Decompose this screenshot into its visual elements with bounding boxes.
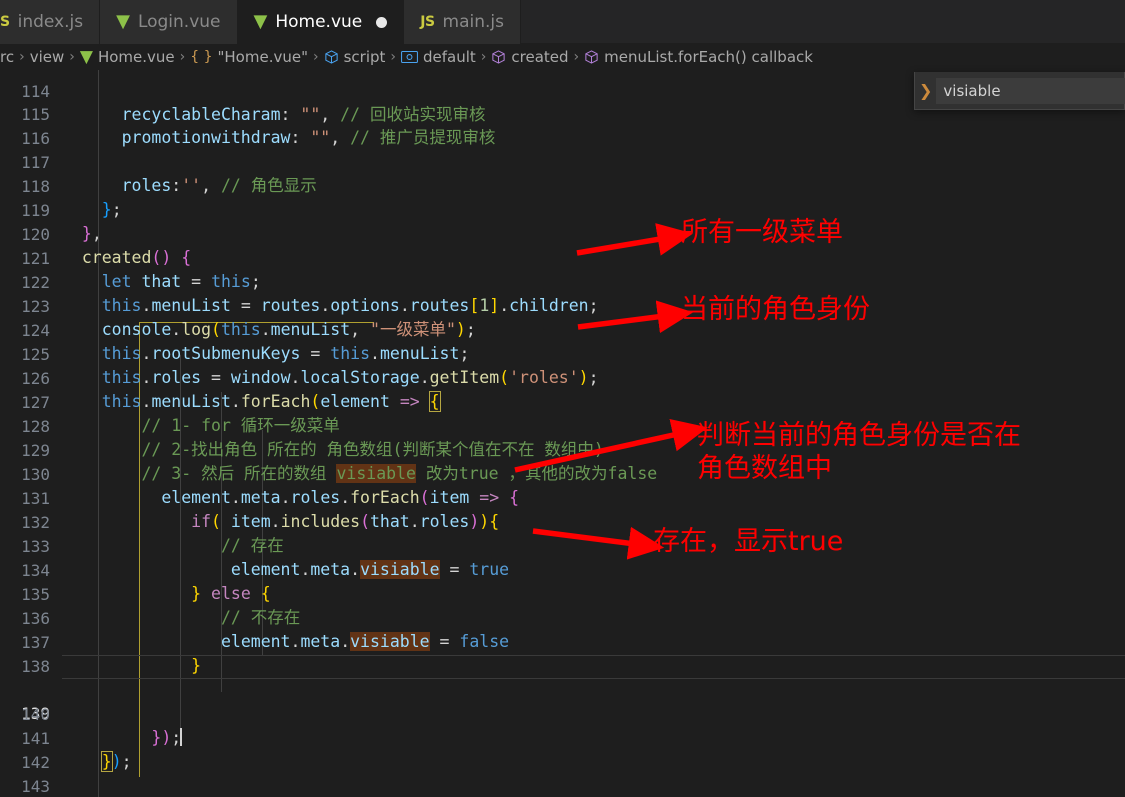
editor-tab-bar: S index.js ▼ Login.vue ▼ Home.vue JS mai…: [0, 0, 1125, 44]
code-line: 135 // 不存在: [0, 559, 1125, 628]
find-widget[interactable]: ❯: [914, 72, 1125, 110]
code-line: 144 mounted() {: [0, 775, 1125, 797]
code-line: 125 this.roles = window.localStorage.get…: [0, 319, 1125, 388]
breadcrumb-label: default: [423, 48, 476, 66]
code-line: 136 element.meta.visiable = false: [0, 583, 1125, 652]
annotation-current-role: 当前的角色身份: [681, 294, 870, 325]
brace-icon: { }: [190, 49, 213, 65]
tab-home-vue[interactable]: ▼ Home.vue: [237, 0, 405, 44]
breadcrumb: rc › view › ▼ Home.vue › { } "Home.vue" …: [0, 44, 1125, 70]
code-line: 141 });: [0, 703, 1125, 773]
tab-login-vue[interactable]: ▼ Login.vue: [100, 0, 238, 44]
tab-label: Login.vue: [137, 12, 221, 32]
breadcrumb-separator-icon: ›: [69, 49, 75, 65]
js-icon: JS: [420, 14, 435, 30]
breadcrumb-label: script: [343, 48, 386, 66]
breadcrumb-separator-icon: ›: [390, 49, 397, 65]
breadcrumb-separator-icon: ›: [19, 49, 25, 65]
code-line: 123 console.log(this.menuList, "一级菜单");: [0, 271, 1125, 340]
annotation-exists-show-true: 存在，显示true: [653, 526, 844, 557]
code-line: 124 this.rootSubmenuKeys = this.menuList…: [0, 295, 1125, 364]
current-line-highlight: [62, 655, 1125, 679]
breadcrumb-item-created[interactable]: created: [491, 48, 569, 66]
vue-icon: ▼: [79, 46, 93, 67]
breadcrumb-item-view[interactable]: view: [30, 48, 65, 66]
code-line: 132 // 存在: [0, 487, 1125, 556]
vue-icon: ▼: [116, 11, 130, 32]
annotation-all-top-menus: 所有一级菜单: [681, 217, 843, 248]
code-line: 143 },: [0, 751, 1125, 796]
breadcrumb-item-callback[interactable]: menuList.forEach() callback: [584, 48, 813, 66]
tab-label: main.js: [442, 12, 505, 32]
code-line: 128 // 2-找出角色 所在的 角色数组(判断某个值在不在 数组中): [0, 391, 1125, 460]
annotation-check-role-in-array: 判断当前的角色身份是否在 角色数组中: [697, 420, 1021, 484]
code-line: 134 } else {: [0, 535, 1125, 604]
breadcrumb-item-script[interactable]: script: [324, 48, 386, 66]
tab-label: Home.vue: [275, 12, 363, 32]
breadcrumb-separator-icon: ›: [480, 49, 487, 65]
code-line: 121 let that = this;: [0, 223, 1125, 292]
vscode-window: S index.js ▼ Login.vue ▼ Home.vue JS mai…: [0, 0, 1125, 797]
breadcrumb-item-home-vue-symbol[interactable]: { } "Home.vue": [190, 48, 308, 66]
code-line: 137 }: [0, 607, 1125, 676]
breadcrumb-label: "Home.vue": [217, 48, 308, 66]
code-line: 120 created() {: [0, 199, 1125, 268]
code-line: 138: [0, 631, 1125, 676]
breadcrumb-separator-icon: ›: [179, 49, 186, 65]
unsaved-indicator-icon[interactable]: [376, 16, 388, 28]
find-input[interactable]: [936, 77, 1125, 104]
breadcrumb-item-home-vue[interactable]: ▼ Home.vue: [80, 48, 175, 66]
code-line: 140: [0, 679, 1125, 724]
cube-purple-icon: [584, 49, 599, 65]
code-line: 133 element.meta.visiable = true: [0, 511, 1125, 580]
cube-purple-icon: [491, 49, 506, 65]
js-icon: S: [0, 14, 10, 30]
code-line: 118 };: [0, 151, 1125, 220]
code-line-current: 139 });: [0, 655, 1125, 747]
vue-icon: ▼: [253, 11, 268, 32]
code-line: 142: [0, 727, 1125, 772]
breadcrumb-label: menuList.forEach() callback: [604, 48, 813, 66]
cube-blue-icon: [324, 49, 339, 65]
breadcrumb-label: rc: [0, 48, 15, 66]
code-line: 119 },: [0, 175, 1125, 244]
tab-label: index.js: [17, 12, 84, 32]
breadcrumb-label: Home.vue: [97, 48, 175, 66]
module-icon: [401, 50, 418, 64]
code-line: 127 // 1- for 循环一级菜单: [0, 367, 1125, 436]
breadcrumb-label: view: [29, 48, 65, 66]
tab-main-js[interactable]: JS main.js: [404, 0, 522, 44]
tab-index-js[interactable]: S index.js: [0, 0, 101, 44]
code-line: 117 roles:'', // 角色显示: [0, 127, 1125, 196]
code-line: 126 this.menuList.forEach(element => {: [0, 343, 1125, 413]
code-line: 122 this.menuList = routes.options.route…: [0, 247, 1125, 316]
breadcrumb-separator-icon: ›: [573, 49, 580, 65]
breadcrumb-item-rc[interactable]: rc: [0, 48, 14, 66]
breadcrumb-item-default[interactable]: default: [401, 48, 476, 66]
chevron-right-icon[interactable]: ❯: [919, 77, 932, 105]
breadcrumb-separator-icon: ›: [312, 49, 319, 65]
breadcrumb-label: created: [511, 48, 569, 66]
